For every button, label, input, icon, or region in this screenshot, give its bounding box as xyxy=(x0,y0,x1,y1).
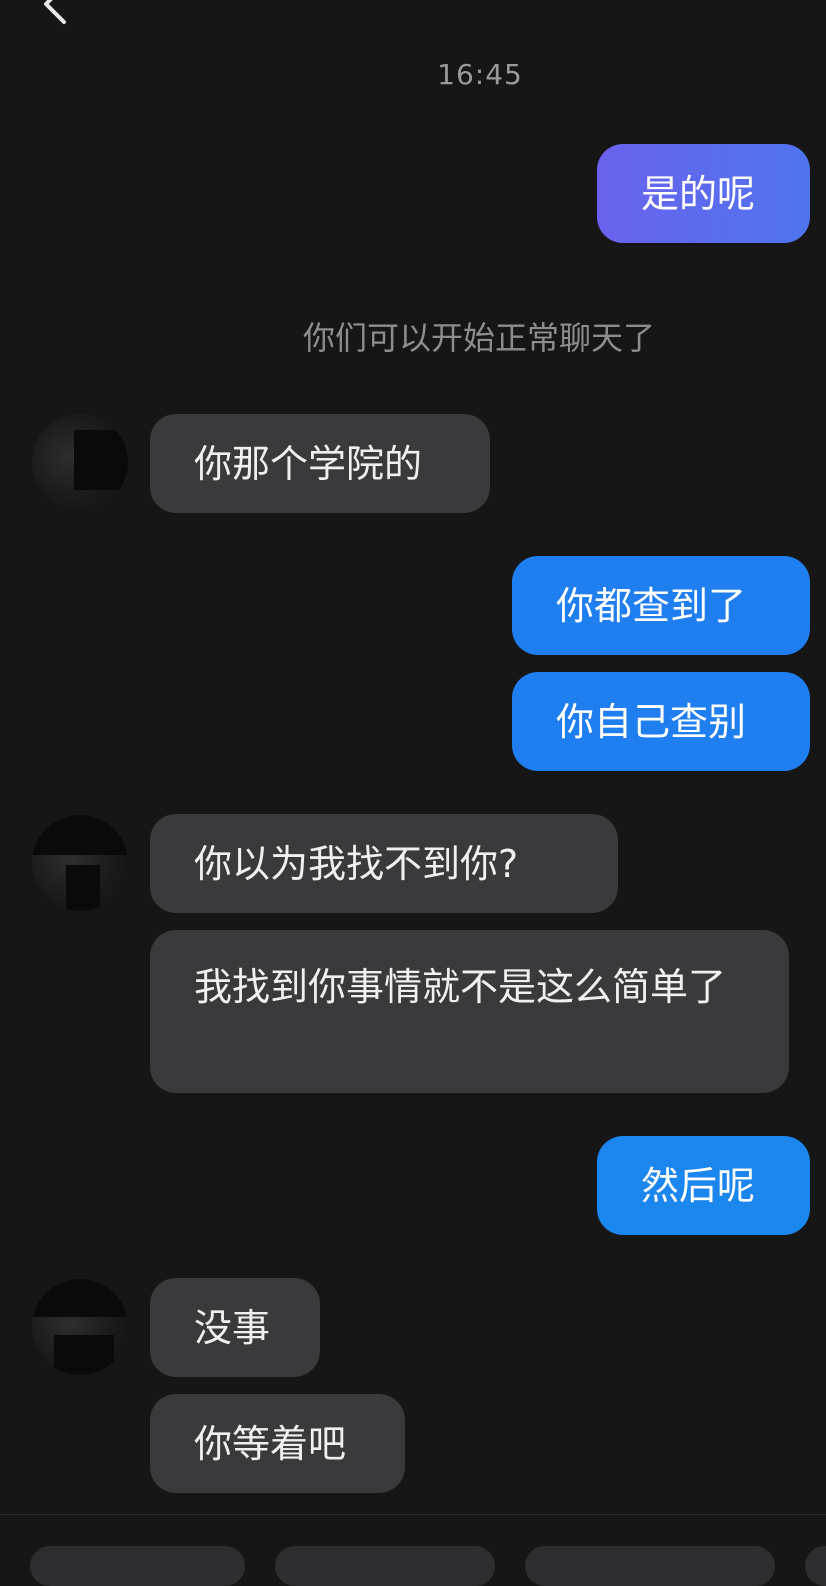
message-bubble-incoming[interactable]: 你等着吧 xyxy=(150,1394,405,1493)
message-text: 然后呢 xyxy=(641,1163,756,1208)
message-bubble-incoming[interactable]: 我找到你事情就不是这么简单了 xyxy=(150,930,789,1093)
message-text: 你等着吧 xyxy=(194,1421,347,1466)
message-text: 我找到你事情就不是这么简单了 xyxy=(194,965,727,1009)
message-text: 你都查到了 xyxy=(556,583,747,628)
contact-avatar[interactable] xyxy=(32,815,128,911)
message-timestamp: 16:45 xyxy=(437,58,523,91)
contact-avatar[interactable] xyxy=(32,414,128,510)
message-text: 你那个学院的 xyxy=(194,441,423,486)
quick-reply-chip[interactable] xyxy=(805,1546,826,1586)
message-text: 你自己查别 xyxy=(556,699,747,744)
back-button[interactable] xyxy=(36,0,76,30)
message-bubble-outgoing[interactable]: 是的呢 xyxy=(597,144,810,243)
system-notice: 你们可以开始正常聊天了 xyxy=(302,319,655,357)
quick-reply-chip[interactable] xyxy=(30,1546,245,1586)
contact-avatar[interactable] xyxy=(32,1279,128,1375)
input-divider xyxy=(0,1514,826,1515)
message-bubble-outgoing[interactable]: 你都查到了 xyxy=(512,556,810,655)
quick-reply-chip[interactable] xyxy=(525,1546,775,1586)
message-bubble-incoming[interactable]: 你那个学院的 xyxy=(150,414,490,513)
message-text: 你以为我找不到你? xyxy=(194,841,519,886)
message-text: 没事 xyxy=(194,1305,271,1350)
message-bubble-incoming[interactable]: 你以为我找不到你? xyxy=(150,814,618,913)
message-bubble-outgoing[interactable]: 你自己查别 xyxy=(512,672,810,771)
chevron-left-icon xyxy=(44,0,66,24)
message-bubble-incoming[interactable]: 没事 xyxy=(150,1278,320,1377)
message-text: 是的呢 xyxy=(641,171,756,216)
quick-reply-chip[interactable] xyxy=(275,1546,495,1586)
message-bubble-outgoing[interactable]: 然后呢 xyxy=(597,1136,810,1235)
